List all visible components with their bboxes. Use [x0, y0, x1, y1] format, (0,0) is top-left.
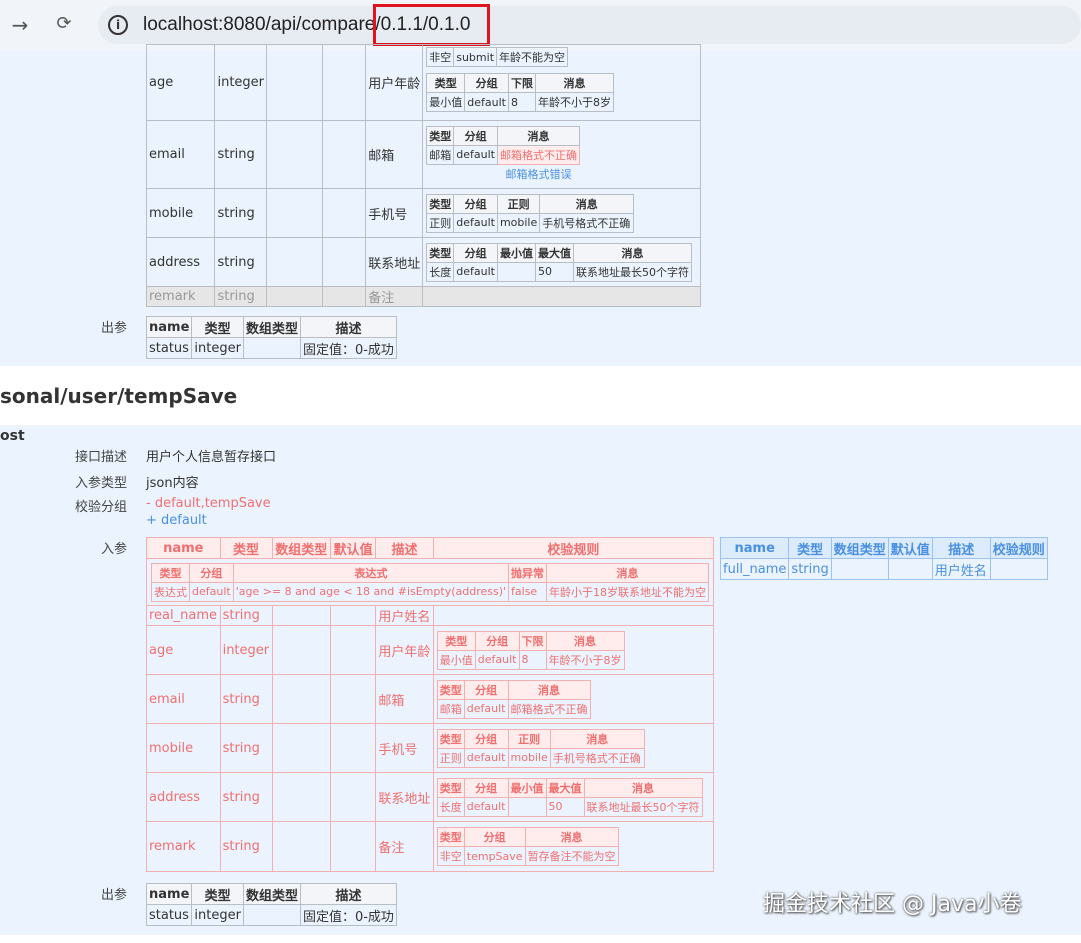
- param-name: age: [145, 44, 216, 121]
- removed-message: 邮箱格式不正确: [496, 144, 580, 165]
- table-row: age integer 用户年龄 非空 submit 年龄不能为空 类型 分组 下限 消息…: [145, 44, 701, 121]
- desc-label: 接口描述: [75, 450, 128, 465]
- group-removed: - default,tempSave: [146, 496, 271, 511]
- rule-table: 类型 分组 消息 邮箱 default 邮箱格式不正确 邮箱格式错误: [426, 125, 580, 184]
- param-type: integer: [214, 44, 268, 121]
- table-row: remark string 备注: [145, 286, 701, 307]
- section1-params-table: age integer 用户年龄 非空 submit 年龄不能为空 类型 分组 下限 消息…: [145, 44, 701, 307]
- group-label: 校验分组: [75, 500, 128, 515]
- param-desc: 用户年龄: [365, 44, 424, 121]
- table-row: email string 邮箱 类型 分组 消息 邮箱 default 邮箱格式不正确 邮…: [145, 120, 701, 189]
- added-message: 邮箱格式错误: [505, 168, 572, 181]
- rule-table: 类型 分组 消息 非空 tempSave 暂存备注不能为空: [436, 827, 619, 866]
- class-rule-table: 类型 分组 表达式 抛异常 消息 表达式 default'age >= 8 and age…: [151, 562, 710, 602]
- output-label: 出参: [101, 321, 128, 336]
- highlight-box: [373, 4, 490, 46]
- added-params-table: name 类型 数组类型 默认值 描述 校验规则 full_name string 用户姓名: [719, 537, 1048, 580]
- forward-button[interactable]: →: [8, 13, 32, 37]
- rule-table: 类型 分组 下限 消息 最小值 default 8 年龄不小于8岁: [436, 630, 625, 670]
- http-method: ost: [0, 428, 25, 444]
- rule-table: 类型 分组 下限 消息 最小值 default 8 年龄不小于8岁: [426, 73, 614, 112]
- section1-output-table: name 类型 数组类型 描述 status integer 固定值：0-成功: [145, 316, 397, 359]
- watermark: 掘金技术社区 @ Java小卷: [763, 892, 1022, 917]
- table-row: address string 联系地址 类型 分组 最小值 最大值 消息 长度 defaul…: [145, 237, 701, 287]
- browser-toolbar: → ⟳ i localhost:8080/api/compare/0.1.1/0…: [0, 0, 1081, 50]
- address-bar[interactable]: i localhost:8080/api/compare/0.1.1/0.1.0: [98, 6, 1081, 44]
- rule-table: 类型 分组 正则 消息 正则 default mobile 手机号格式不正确: [426, 193, 635, 233]
- rule-table: 类型 分组 消息 邮箱 default 邮箱格式不正确: [436, 679, 591, 719]
- reload-button[interactable]: ⟳: [52, 12, 76, 36]
- output-label: 出参: [101, 888, 128, 903]
- rule-table: 类型 分组 正则 消息 正则 default mobile 手机号格式不正确: [436, 728, 645, 768]
- input-label: 入参: [101, 542, 128, 557]
- desc-value: 用户个人信息暂存接口: [146, 450, 277, 465]
- group-added: + default: [146, 513, 207, 528]
- rule-table: 类型 分组 最小值 最大值 消息 长度 default 50 联系地址最长50个字符: [436, 777, 703, 817]
- rule-table: 类型 分组 最小值 最大值 消息 长度 default 50 联系地址最长50个字符: [426, 242, 692, 282]
- input-type-value: json内容: [146, 476, 199, 491]
- site-info-icon[interactable]: i: [108, 15, 128, 35]
- rule-table: 非空 submit 年龄不能为空: [426, 47, 569, 67]
- table-row: mobile string 手机号 类型 分组 正则 消息 正则 default mobil…: [145, 188, 701, 238]
- removed-params-table: name 类型 数组类型 默认值 描述 校验规则 类型 分组 表达式 抛异常 消息 表达式 defa…: [145, 537, 715, 872]
- section2-output-table: name 类型 数组类型 描述 status integer 固定值：0-成功: [145, 883, 397, 926]
- input-type-label: 入参类型: [75, 476, 128, 491]
- api-path-title: sonal/user/tempSave: [0, 384, 238, 408]
